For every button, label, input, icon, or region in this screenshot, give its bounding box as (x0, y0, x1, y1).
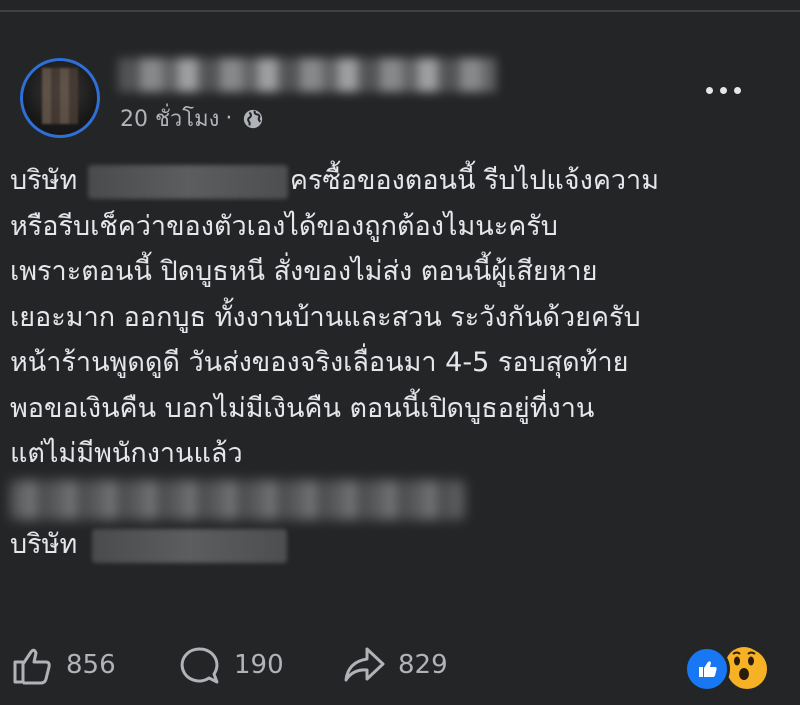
top-divider (0, 10, 800, 12)
share-count: 829 (398, 650, 448, 680)
thumbs-up-icon (13, 648, 51, 685)
comment-button[interactable]: 190 (178, 640, 284, 690)
share-icon (344, 647, 385, 682)
post-line-8 (10, 477, 790, 523)
like-count: 856 (66, 650, 116, 680)
post-line-7: แต่ไม่มีพนักงานแล้ว (10, 438, 243, 469)
post-line-1-prefix: บริษัท (10, 165, 78, 196)
wow-reaction-icon (724, 646, 770, 692)
post-line-6: พอขอเงินคืน บอกไม่มีเงินคืน ตอนนี้เปิดบู… (10, 392, 595, 424)
post-line-5: หน้าร้านพูดดูดี วันส่งของจริงเลื่อนมา 4-… (10, 347, 629, 378)
contact-info-redacted (10, 480, 465, 520)
company-name-redacted-2 (91, 528, 287, 563)
post-meta: 20 ชั่วโมง · (120, 101, 264, 136)
post-line-1-suffix: ครซื้อของตอนนี้ รีบไปแจ้งความ (289, 165, 659, 196)
reaction-summary[interactable] (684, 646, 774, 692)
post-line-4: เยอะมาก ออกบูธ ทั้งงานบ้านและสวน ระวังกั… (10, 301, 641, 333)
meta-separator: · (225, 106, 233, 131)
post-line-1: บริษัท ครซื้อของตอนนี้ รีบไปแจ้งความ (10, 158, 790, 204)
comment-count: 190 (234, 650, 284, 680)
author-name-redacted[interactable] (118, 58, 496, 92)
post-line-2: หรือรีบเช็คว่าของตัวเองได้ของถูกต้องไมนะ… (10, 210, 558, 242)
post-footer: 856 190 829 (0, 640, 800, 690)
globe-icon (244, 109, 263, 128)
comment-icon (180, 647, 219, 684)
company-name-redacted (87, 164, 288, 199)
post-line-9: บริษัท (10, 522, 790, 568)
like-button[interactable]: 856 (10, 640, 116, 690)
post-line-3: เพราะตอนนี้ ปิดบูธหนี สั่งของไม่ส่ง ตอนน… (10, 256, 598, 287)
share-button[interactable]: 829 (342, 640, 448, 690)
avatar[interactable] (20, 58, 100, 138)
post-body: บริษัท ครซื้อของตอนนี้ รีบไปแจ้งความ หรื… (10, 158, 790, 568)
post-time[interactable]: 20 ชั่วโมง (120, 101, 219, 136)
more-options-icon[interactable] (700, 80, 746, 100)
like-reaction-icon (684, 646, 730, 692)
company-label: บริษัท (10, 529, 78, 560)
